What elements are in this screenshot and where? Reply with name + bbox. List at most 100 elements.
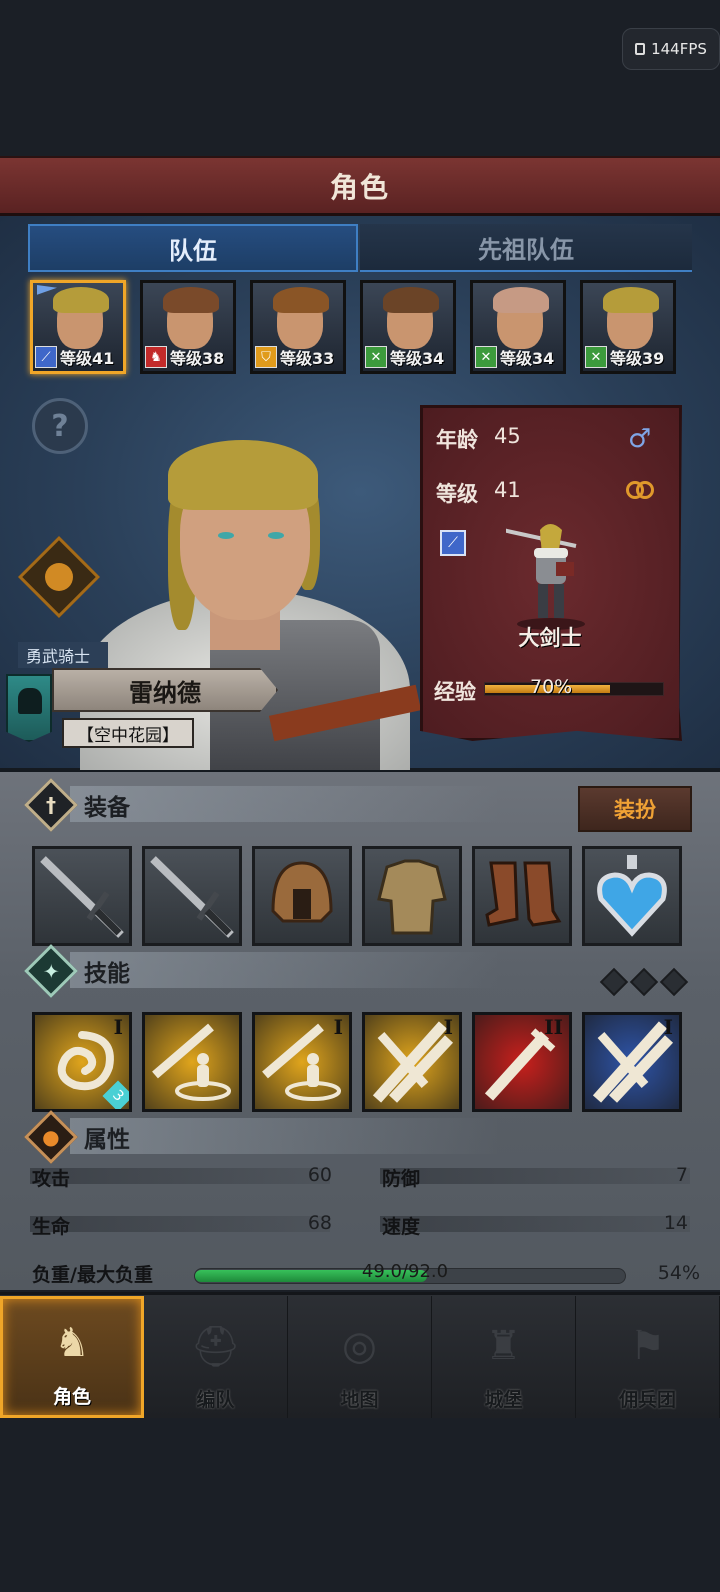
level-label: 等级 [436,482,478,506]
skill-slot[interactable]: I [362,1012,462,1112]
skills-header: ✦ 技能 [24,944,130,998]
nav-helmet-group[interactable]: ⛑ 编队 [144,1296,288,1418]
weight-value: 49.0/92.0 [361,1261,449,1282]
party-member-portrait[interactable]: ⟋ 等级41 [30,280,126,374]
attributes-title: 属性 [84,1127,130,1153]
nav-compass[interactable]: ◎ 地图 [288,1296,432,1418]
party-member-level: 等级38 [170,349,225,368]
nav-knight[interactable]: ♞ 角色 [0,1296,144,1418]
sword-icon: ⟋ [35,346,57,368]
party-member-level: 等级34 [500,349,555,368]
knight-icon: ♞ [54,1320,90,1366]
tab-ancestor-team[interactable]: 先祖队伍 [360,224,692,272]
exp-label: 经验 [434,680,476,704]
amulet-icon [585,855,679,943]
dagger-icon: † [24,778,78,832]
age-label: 年龄 [436,428,478,452]
sword-class-icon: ⟋ [440,530,466,556]
weight-percent: 54% [657,1262,700,1284]
dress-up-button[interactable]: 装扮 [578,786,692,832]
skill-tier: I [443,1015,453,1039]
page-title: 角色 [329,170,390,204]
nav-label: 地图 [340,1389,379,1411]
greatsword-slot[interactable] [32,846,132,946]
speed-value: 14 [663,1212,688,1234]
skills-title: 技能 [84,961,130,987]
equipment-header: † 装备 [24,778,130,832]
nav-label: 佣兵团 [618,1389,676,1411]
age-row: 年龄 45 [436,424,521,454]
question-icon: ? [51,408,69,444]
attack-label: 攻击 [32,1168,71,1190]
greatsword-slot[interactable] [142,846,242,946]
party-member-level: 等级39 [610,349,665,368]
party-member-portrait[interactable]: ✕ 等级34 [470,280,566,374]
nav-label: 编队 [196,1389,235,1411]
nav-banner[interactable]: ⚑ 佣兵团 [576,1296,720,1418]
boots-slot[interactable] [472,846,572,946]
nav-label: 角色 [52,1386,91,1408]
helmet-icon [255,861,349,943]
helmet-group-icon: ⛑ [190,1323,241,1370]
shield-icon: ⛉ [255,346,277,368]
party-member-portrait[interactable]: ✕ 等级39 [580,280,676,374]
exp-bar [484,682,664,696]
defense-label: 防御 [382,1168,421,1190]
tab-team-label: 队伍 [169,236,217,265]
party-member-level: 等级34 [390,349,445,368]
skill-slot[interactable]: I [582,1012,682,1112]
weight-label: 负重/最大负重 [32,1264,153,1286]
helmet-slot[interactable] [252,846,352,946]
speed-label: 速度 [382,1216,421,1238]
banner-icon: ⚑ [629,1323,666,1369]
skill-slot[interactable]: II [472,1012,572,1112]
compass-icon: ◎ [342,1323,377,1369]
hero-name[interactable]: 雷纳德 [52,668,278,712]
armor-slot[interactable] [362,846,462,946]
skill-slot-pips [599,967,689,997]
person-icon: ● [24,1110,78,1164]
fps-label: 144FPS [651,40,707,58]
tab-team[interactable]: 队伍 [28,224,358,272]
class-name: 大剑士 [518,626,582,650]
hp-label: 生命 [32,1216,71,1238]
defense-value: 7 [675,1164,688,1186]
skill-tier: I [113,1015,123,1039]
armor-icon [365,859,459,943]
hero-title: 勇武骑士 [18,642,108,668]
banner-emblem-icon [6,674,52,742]
party-member-portrait[interactable]: ♞ 等级38 [140,280,236,374]
skill-tier: I [663,1015,673,1039]
party-member-portrait[interactable]: ✕ 等级34 [360,280,456,374]
castle-icon: ♜ [485,1323,522,1369]
hero-location: 【空中花园】 [62,718,194,748]
attack-value: 60 [307,1164,332,1186]
rings-icon[interactable] [626,478,656,502]
party-member-portrait[interactable]: ⛉ 等级33 [250,280,346,374]
title-banner: 角色 [0,156,720,216]
horse-icon: ♞ [145,346,167,368]
attributes-header: ● 属性 [24,1110,130,1164]
age-value: 45 [494,424,521,448]
skill-tier: II [544,1015,563,1039]
greatsword-icon [35,856,129,943]
skill-slot[interactable]: I3 [32,1012,132,1112]
level-row: 等级 41 [436,478,521,508]
skill-tier: I [333,1015,343,1039]
skill-slot[interactable] [142,1012,242,1112]
level-value: 41 [494,478,521,502]
male-icon: ♂ [628,424,652,454]
star-icon: ✦ [24,944,78,998]
fps-indicator: 144FPS [622,28,720,70]
hp-value: 68 [307,1212,332,1234]
nav-castle[interactable]: ♜ 城堡 [432,1296,576,1418]
skill-slot[interactable]: I [252,1012,352,1112]
greatsword-icon [145,856,239,943]
crossed-icon: ✕ [585,346,607,368]
class-sprite [506,524,585,630]
nav-label: 城堡 [484,1389,523,1411]
party-member-level: 等级41 [60,349,115,368]
boots-icon [475,861,569,943]
amulet-slot[interactable] [582,846,682,946]
party-member-level: 等级33 [280,349,335,368]
